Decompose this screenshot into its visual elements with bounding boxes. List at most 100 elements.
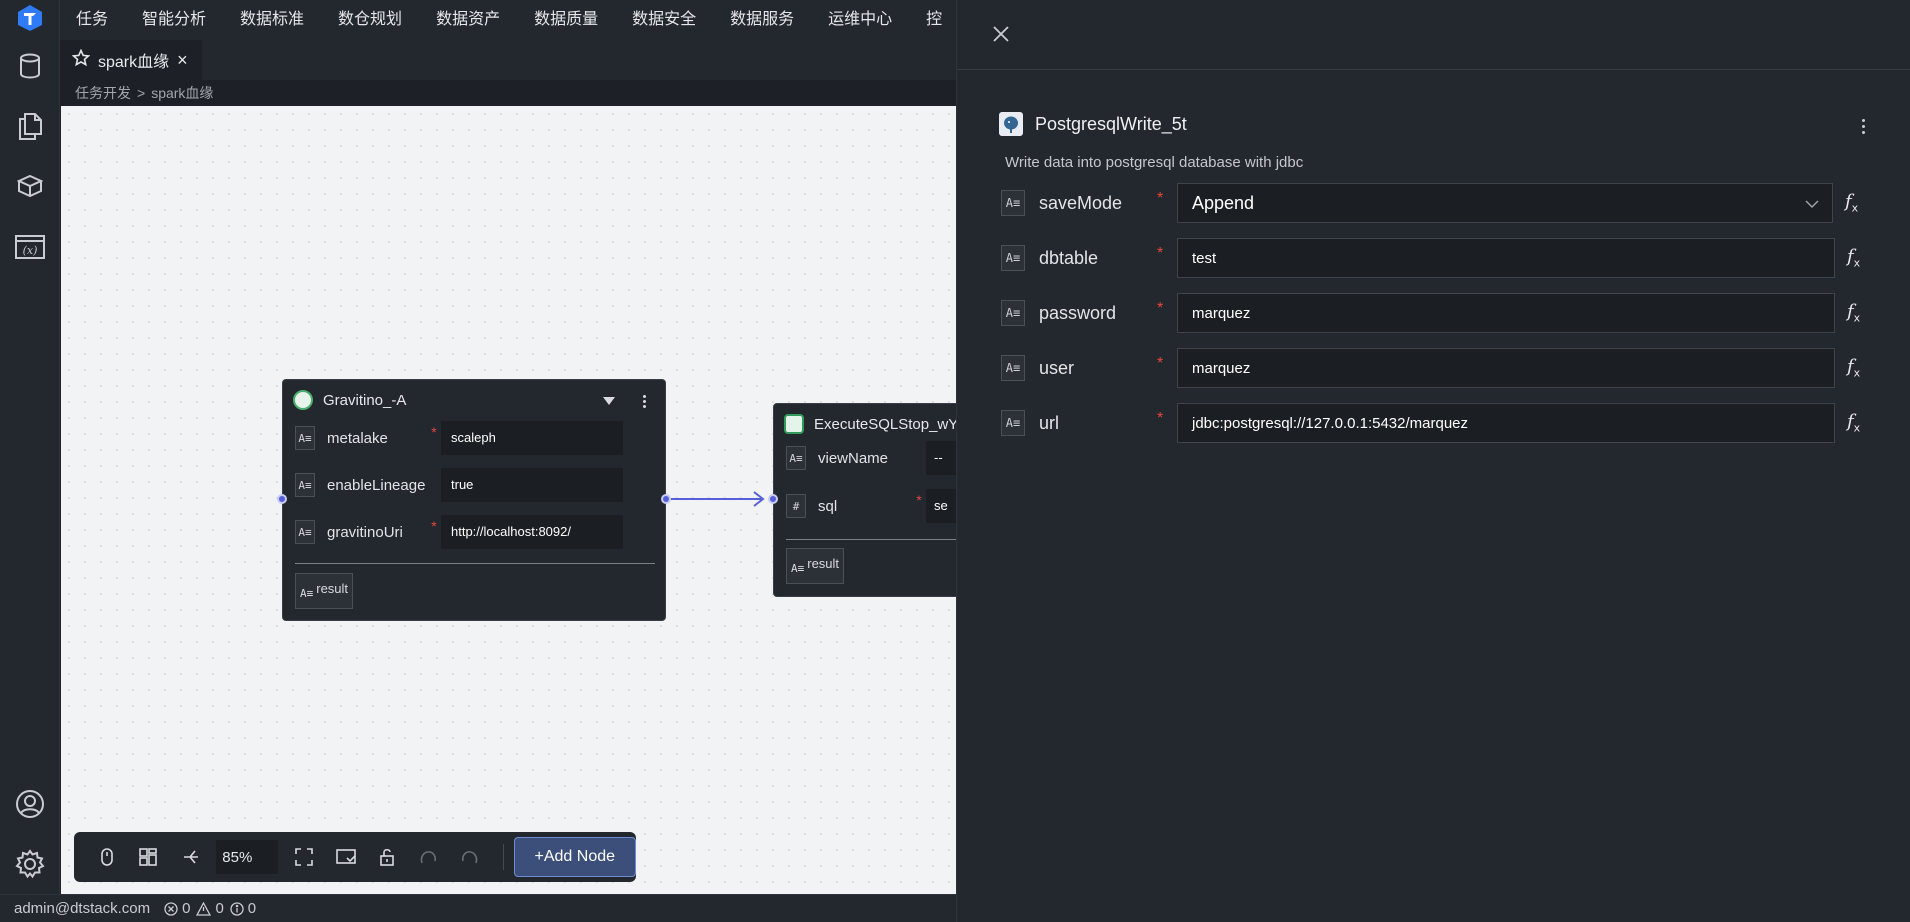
field-password: A≡ password * marquez fx xyxy=(1001,293,1871,333)
menu-item-ops-center[interactable]: 运维中心 xyxy=(811,0,909,40)
cube-icon[interactable] xyxy=(14,170,46,202)
menu-item-task[interactable]: 任务 xyxy=(60,0,125,40)
layout-grid-icon[interactable] xyxy=(127,839,168,875)
result-output[interactable]: A≡ result xyxy=(786,548,844,584)
chevron-down-icon[interactable] xyxy=(603,397,615,405)
node-more-icon[interactable] xyxy=(641,392,647,410)
close-tab-icon[interactable]: × xyxy=(177,51,188,69)
url-input[interactable]: jdbc:postgresql://127.0.0.1:5432/marquez xyxy=(1177,403,1835,443)
required-mark: * xyxy=(431,518,437,534)
tab-label: spark血缘 xyxy=(98,54,170,71)
text-param-icon: A≡ xyxy=(791,562,805,575)
error-count[interactable]: 0 xyxy=(164,900,190,917)
minimap-icon[interactable] xyxy=(325,839,366,875)
text-param-icon: A≡ xyxy=(1001,190,1025,216)
zoom-level-input[interactable]: 85% xyxy=(216,840,278,874)
param-value-input[interactable]: scaleph xyxy=(441,421,623,455)
menu-item-data-standard[interactable]: 数据标准 xyxy=(223,0,321,40)
info-icon xyxy=(230,901,244,916)
status-bar: admin@dtstack.com 0 0 0 xyxy=(0,894,956,922)
settings-gear-icon[interactable] xyxy=(14,848,46,880)
breadcrumb-parent[interactable]: 任务开发 xyxy=(75,83,131,103)
sql-icon xyxy=(784,414,804,434)
app-logo-icon[interactable] xyxy=(16,4,44,32)
result-output[interactable]: A≡ result xyxy=(295,573,353,609)
current-user[interactable]: admin@dtstack.com xyxy=(14,900,150,917)
save-mode-select[interactable]: Append xyxy=(1177,183,1833,223)
branch-icon[interactable] xyxy=(169,839,210,875)
toolbar-divider xyxy=(502,844,504,870)
user-icon[interactable] xyxy=(14,788,46,820)
param-value-input[interactable]: -- xyxy=(926,441,956,475)
text-param-icon: A≡ xyxy=(1001,245,1025,271)
node-gravitino[interactable]: Gravitino_-A A≡ metalake * scaleph A≡ en… xyxy=(282,379,666,621)
tab-spark-lineage[interactable]: spark血缘 × xyxy=(60,40,202,80)
input-port[interactable] xyxy=(768,494,778,504)
flow-canvas[interactable]: Gravitino_-A A≡ metalake * scaleph A≡ en… xyxy=(61,106,956,894)
mouse-icon[interactable] xyxy=(86,839,127,875)
input-port[interactable] xyxy=(277,494,287,504)
files-icon[interactable] xyxy=(14,110,46,142)
text-param-icon: A≡ xyxy=(295,426,315,450)
text-param-icon: A≡ xyxy=(295,473,315,497)
menu-item-warehouse-planning[interactable]: 数仓规划 xyxy=(321,0,419,40)
param-label: gravitinoUri xyxy=(327,523,403,541)
param-row-enable-lineage: A≡ enableLineage true xyxy=(295,468,623,502)
text-param-icon: A≡ xyxy=(1001,300,1025,326)
node-divider xyxy=(786,539,956,540)
menu-item-control[interactable]: 控 xyxy=(909,0,956,40)
error-icon xyxy=(164,901,178,916)
panel-description: Write data into postgresql database with… xyxy=(1005,154,1304,171)
field-label: saveMode xyxy=(1039,192,1123,213)
number-param-icon: # xyxy=(786,494,806,518)
variable-icon[interactable]: (x) xyxy=(14,231,46,263)
menu-item-analysis[interactable]: 智能分析 xyxy=(125,0,223,40)
menu-item-data-service[interactable]: 数据服务 xyxy=(713,0,811,40)
formula-fx-icon[interactable]: fx xyxy=(1847,246,1871,270)
node-title: Gravitino_-A xyxy=(323,391,407,409)
output-port[interactable] xyxy=(661,494,671,504)
svg-text:(x): (x) xyxy=(23,244,38,257)
close-icon[interactable] xyxy=(989,22,1013,46)
formula-fx-icon[interactable]: fx xyxy=(1845,191,1869,215)
fullscreen-icon[interactable] xyxy=(284,839,325,875)
menu-item-data-quality[interactable]: 数据质量 xyxy=(517,0,615,40)
node-properties-panel: PostgresqlWrite_5t Write data into postg… xyxy=(956,0,1910,922)
user-input[interactable]: marquez xyxy=(1177,348,1835,388)
formula-fx-icon[interactable]: fx xyxy=(1847,356,1871,380)
field-label: dbtable xyxy=(1039,247,1099,268)
formula-fx-icon[interactable]: fx xyxy=(1847,411,1871,435)
required-mark: * xyxy=(431,424,437,440)
redo-icon[interactable] xyxy=(449,839,490,875)
menu-item-data-assets[interactable]: 数据资产 xyxy=(419,0,517,40)
text-param-icon: A≡ xyxy=(786,446,806,470)
formula-fx-icon[interactable]: fx xyxy=(1847,301,1871,325)
top-menu: 任务 智能分析 数据标准 数仓规划 数据资产 数据质量 数据安全 数据服务 运维… xyxy=(60,0,956,40)
chevron-down-icon xyxy=(1805,200,1819,209)
param-row-view-name: A≡ viewName -- xyxy=(786,441,956,475)
warning-count[interactable]: 0 xyxy=(196,900,224,917)
text-param-icon: A≡ xyxy=(295,520,315,544)
param-value-input[interactable]: se xyxy=(926,489,956,523)
param-label: metalake xyxy=(327,429,388,447)
info-count[interactable]: 0 xyxy=(230,900,256,917)
param-label: sql xyxy=(818,497,838,515)
undo-icon[interactable] xyxy=(408,839,449,875)
more-options-icon[interactable] xyxy=(1855,114,1871,138)
param-value-input[interactable]: true xyxy=(441,468,623,502)
password-input[interactable]: marquez xyxy=(1177,293,1835,333)
required-mark: * xyxy=(916,492,922,508)
node-execute-sql[interactable]: ExecuteSQLStop_wY A≡ viewName -- # sql *… xyxy=(773,403,956,597)
node-title: ExecuteSQLStop_wY xyxy=(814,415,956,433)
panel-divider xyxy=(957,69,1910,70)
param-value-input[interactable]: http://localhost:8092/ xyxy=(441,515,623,549)
database-icon[interactable] xyxy=(14,50,46,82)
dbtable-input[interactable]: test xyxy=(1177,238,1835,278)
breadcrumb: 任务开发 > spark血缘 xyxy=(60,80,956,106)
menu-item-data-security[interactable]: 数据安全 xyxy=(615,0,713,40)
star-icon[interactable] xyxy=(71,48,91,72)
canvas-toolbar: 85% +Add Node xyxy=(74,832,636,882)
add-node-button[interactable]: +Add Node xyxy=(513,837,636,877)
field-user: A≡ user * marquez fx xyxy=(1001,348,1871,388)
lock-icon[interactable] xyxy=(366,839,407,875)
